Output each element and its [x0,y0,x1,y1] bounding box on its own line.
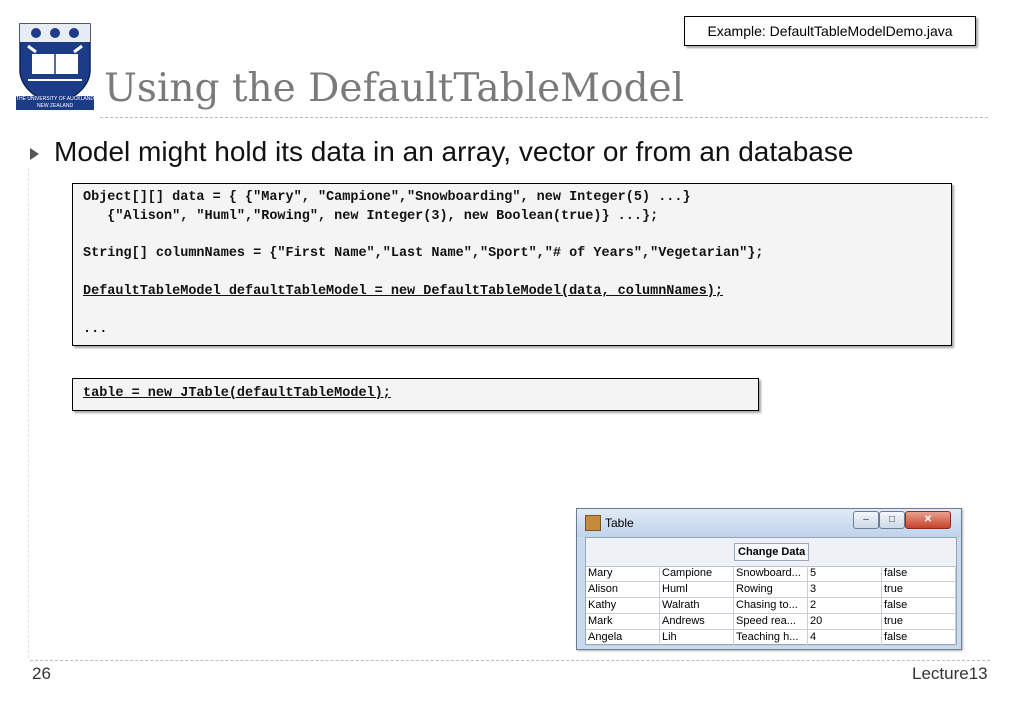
bullet-arrow-icon [30,148,39,160]
table-cell[interactable]: Huml [660,582,734,597]
code-line-highlighted: table = new JTable(defaultTableModel); [83,386,391,401]
table-cell[interactable]: 20 [808,614,882,629]
example-file-tag: Example: DefaultTableModelDemo.java [684,16,976,46]
table-cell[interactable]: Andrews [660,614,734,629]
minimize-icon[interactable]: – [853,511,879,529]
code-snippet-box: Object[][] data = { {"Mary", "Campione",… [72,183,952,346]
table-row[interactable]: Angela Lih Teaching h... 4 false [586,630,956,646]
table-cell[interactable]: 2 [808,598,882,613]
table-row[interactable]: Mary Campione Snowboard... 5 false [586,566,956,582]
table-cell[interactable]: Campione [660,566,734,581]
table-cell[interactable]: Speed rea... [734,614,808,629]
window-title: Table [605,516,634,530]
table-cell[interactable]: Chasing to... [734,598,808,613]
logo-caption-line2: NEW ZEALAND [36,103,74,109]
window-content: Change Data Mary Campione Snowboard... 5… [585,537,957,646]
table-row[interactable]: Alison Huml Rowing 3 true [586,582,956,598]
code-line: Object[][] data = { {"Mary", "Campione",… [83,190,691,205]
table-window-screenshot: Table – □ ✕ Change Data Mary Campione Sn… [576,508,962,650]
lecture-label: Lecture13 [912,664,988,683]
table-cell[interactable]: Mary [586,566,660,581]
title-divider [100,117,988,118]
table-cell[interactable]: Lih [660,630,734,645]
table-cell[interactable]: 5 [808,566,882,581]
code-line-highlighted: DefaultTableModel defaultTableModel = ne… [83,284,724,299]
footer-divider [30,660,990,661]
university-logo: THE UNIVERSITY OF AUCKLAND NEW ZEALAND [16,22,94,110]
bullet-text: Model might hold its data in an array, v… [54,136,854,167]
table-cell[interactable]: false [882,630,956,645]
table-cell[interactable]: Rowing [734,582,808,597]
jtable-code-box: table = new JTable(defaultTableModel); [72,378,759,411]
java-coffee-icon [585,515,601,531]
close-icon[interactable]: ✕ [905,511,951,529]
code-line: {"Alison", "Huml","Rowing", new Integer(… [83,209,659,224]
table-row[interactable]: Mark Andrews Speed rea... 20 true [586,614,956,630]
table-cell[interactable]: Mark [586,614,660,629]
table-cell[interactable]: false [882,598,956,613]
slide-number: 26 [32,664,51,683]
table-cell[interactable]: Walrath [660,598,734,613]
table-cell[interactable]: Angela [586,630,660,645]
left-guide-line [28,168,30,658]
slide-title: Using the DefaultTableModel [104,66,685,111]
table-cell[interactable]: Alison [586,582,660,597]
table-cell[interactable]: false [882,566,956,581]
code-line: ... [83,322,108,337]
table-row[interactable]: Kathy Walrath Chasing to... 2 false [586,598,956,614]
table-cell[interactable]: 3 [808,582,882,597]
table-cell[interactable]: Kathy [586,598,660,613]
code-line: String[] columnNames = {"First Name","La… [83,246,764,261]
table-cell[interactable]: true [882,582,956,597]
button-panel: Change Data [586,538,956,567]
table-cell[interactable]: Snowboard... [734,566,808,581]
table-cell[interactable]: true [882,614,956,629]
window-titlebar: Table – □ ✕ [577,509,961,537]
change-data-button[interactable]: Change Data [734,543,810,561]
logo-caption-line1: THE UNIVERSITY OF AUCKLAND [16,96,94,102]
table-cell[interactable]: Teaching h... [734,630,808,645]
maximize-icon[interactable]: □ [879,511,905,529]
table-cell[interactable]: 4 [808,630,882,645]
